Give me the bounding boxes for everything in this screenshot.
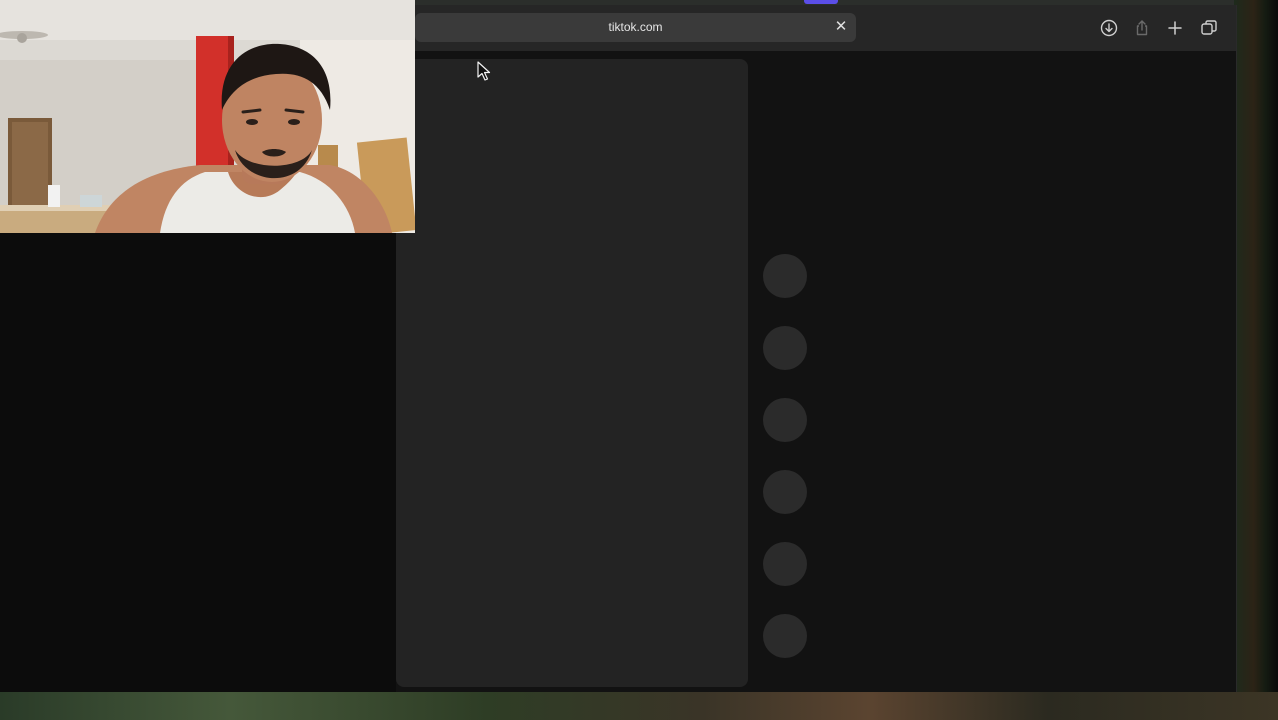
- recording-indicator: [804, 0, 838, 4]
- screen: tiktok.com ✕: [0, 0, 1278, 720]
- browser-window: tiktok.com ✕: [396, 5, 1237, 692]
- tiktok-page: [396, 51, 1236, 692]
- action-button-placeholder[interactable]: [763, 398, 807, 442]
- close-icon[interactable]: ✕: [832, 18, 850, 36]
- action-button-placeholder[interactable]: [763, 542, 807, 586]
- plus-icon[interactable]: [1164, 17, 1186, 39]
- webcam-overlay: [0, 0, 415, 233]
- desktop-wallpaper-bottom: [0, 692, 1278, 720]
- desktop-wallpaper-right: [1234, 0, 1278, 720]
- video-placeholder: [396, 59, 748, 687]
- tab-title: tiktok.com: [608, 20, 663, 34]
- share-icon[interactable]: [1131, 17, 1153, 39]
- action-button-placeholder[interactable]: [763, 614, 807, 658]
- action-button-placeholder[interactable]: [763, 326, 807, 370]
- browser-toolbar: tiktok.com ✕: [396, 5, 1236, 51]
- download-icon[interactable]: [1098, 17, 1120, 39]
- action-button-placeholder[interactable]: [763, 254, 807, 298]
- webcam-image: [0, 0, 415, 233]
- action-button-placeholder[interactable]: [763, 470, 807, 514]
- tabs-overview-icon[interactable]: [1198, 17, 1220, 39]
- mouse-cursor-icon: [477, 61, 491, 81]
- tab-tiktok[interactable]: tiktok.com ✕: [415, 13, 856, 42]
